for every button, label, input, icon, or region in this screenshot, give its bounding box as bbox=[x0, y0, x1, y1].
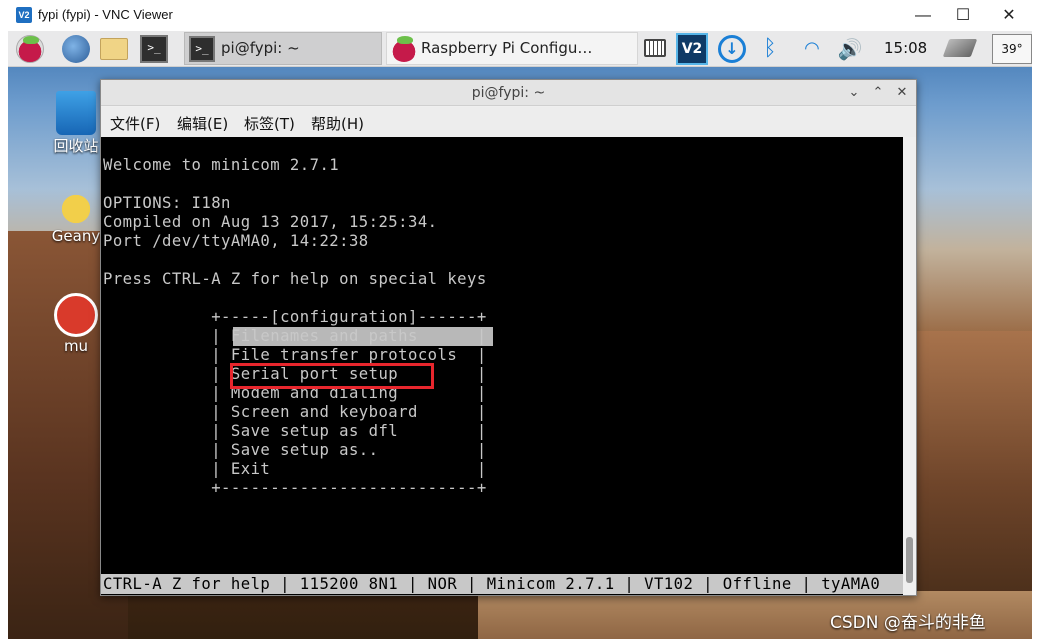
terminal-minimize-button[interactable]: ⌄ bbox=[843, 80, 865, 106]
desktop-icon-geany[interactable]: Geany bbox=[46, 187, 106, 245]
config-item-save-dfl[interactable]: | Save setup as dfl | bbox=[103, 422, 487, 441]
terminal-titlebar: pi@fypi: ~ ⌄ ⌃ ✕ bbox=[101, 80, 916, 106]
watermark: CSDN @奋斗的非鱼 bbox=[830, 613, 986, 633]
terminal-title: pi@fypi: ~ bbox=[471, 85, 546, 101]
annotation-highlight-box bbox=[230, 363, 434, 389]
terminal-icon: >_ bbox=[189, 36, 215, 62]
close-button[interactable]: ✕ bbox=[986, 0, 1032, 31]
minicom-status-bar: CTRL-A Z for help | 115200 8N1 | NOR | M… bbox=[101, 574, 903, 594]
volume-icon[interactable]: 🔊 bbox=[836, 35, 864, 63]
web-browser-icon[interactable] bbox=[62, 35, 90, 63]
raspberry-icon bbox=[391, 36, 417, 62]
config-item-exit[interactable]: | Exit | bbox=[103, 460, 487, 479]
terminal-close-button[interactable]: ✕ bbox=[891, 80, 913, 106]
terminal-icon[interactable]: >_ bbox=[140, 35, 168, 63]
terminal-line: Welcome to minicom 2.7.1 bbox=[103, 156, 340, 174]
config-item-filenames[interactable]: | Filenames and paths | bbox=[103, 327, 487, 346]
terminal-screen[interactable]: Welcome to minicom 2.7.1 OPTIONS: I18n C… bbox=[101, 137, 903, 595]
menu-tabs[interactable]: 标签(T) bbox=[244, 113, 295, 134]
raspberry-menu-icon[interactable] bbox=[16, 35, 44, 63]
vnc-logo-icon: V2 bbox=[16, 7, 32, 23]
terminal-line: Press CTRL-A Z for help on special keys bbox=[103, 270, 487, 288]
config-item-screen-keyboard[interactable]: | Screen and keyboard | bbox=[103, 403, 487, 422]
menu-edit[interactable]: 编辑(E) bbox=[177, 113, 228, 134]
vnc-server-icon[interactable]: V2 bbox=[676, 33, 708, 65]
terminal-window: pi@fypi: ~ ⌄ ⌃ ✕ 文件(F) 编辑(E) 标签(T) 帮助(H)… bbox=[100, 79, 917, 596]
desktop-icon-trash[interactable]: 回收站 bbox=[46, 91, 106, 156]
wifi-icon[interactable]: ◠ bbox=[798, 35, 826, 63]
taskbar-rpi-config-window[interactable]: Raspberry Pi Configu… bbox=[386, 32, 638, 65]
menu-file[interactable]: 文件(F) bbox=[110, 113, 160, 134]
scrollbar-thumb[interactable] bbox=[906, 537, 913, 583]
taskbar-terminal-label: pi@fypi: ~ bbox=[221, 39, 300, 57]
status-text: CTRL-A Z for help | 115200 8N1 | NOR | M… bbox=[103, 575, 881, 593]
terminal-line: Port /dev/ttyAMA0, 14:22:38 bbox=[103, 232, 369, 250]
menu-help[interactable]: 帮助(H) bbox=[311, 113, 364, 134]
desktop-icon-label: 回收站 bbox=[53, 137, 99, 155]
terminal-line: Compiled on Aug 13 2017, 15:25:34. bbox=[103, 213, 438, 231]
config-menu-border-bottom: +--------------------------+ bbox=[103, 479, 487, 497]
trash-icon bbox=[56, 91, 96, 135]
cpu-temperature: 39° bbox=[992, 34, 1032, 64]
taskbar: >_ >_ pi@fypi: ~ Raspberry Pi Configu… V… bbox=[8, 31, 1032, 67]
terminal-menubar: 文件(F) 编辑(E) 标签(T) 帮助(H) bbox=[101, 107, 916, 137]
taskbar-rpi-config-label: Raspberry Pi Configu… bbox=[421, 39, 593, 57]
download-icon[interactable]: ↓ bbox=[718, 35, 746, 63]
terminal-line: OPTIONS: I18n bbox=[103, 194, 231, 212]
eject-drive-icon[interactable] bbox=[942, 39, 978, 57]
maximize-button[interactable]: ☐ bbox=[940, 0, 986, 31]
window-title: fypi (fypi) - VNC Viewer bbox=[38, 7, 173, 22]
taskbar-terminal-window[interactable]: >_ pi@fypi: ~ bbox=[184, 32, 382, 65]
terminal-maximize-button[interactable]: ⌃ bbox=[867, 80, 889, 106]
config-item-save-as[interactable]: | Save setup as.. | bbox=[103, 441, 487, 460]
mu-icon bbox=[54, 293, 98, 337]
geany-icon bbox=[54, 187, 98, 227]
file-manager-icon[interactable] bbox=[100, 38, 128, 60]
vnc-titlebar: V2 fypi (fypi) - VNC Viewer — ☐ ✕ bbox=[0, 0, 1040, 31]
config-menu-border-top: +-----[configuration]------+ bbox=[103, 308, 487, 326]
desktop-icon-label: Geany bbox=[51, 227, 101, 245]
terminal-scrollbar[interactable] bbox=[903, 137, 916, 595]
bluetooth-icon[interactable]: ᛒ bbox=[756, 35, 784, 63]
desktop-icon-mu[interactable]: mu bbox=[46, 293, 106, 355]
keyboard-icon[interactable] bbox=[644, 39, 666, 57]
desktop-icon-label: mu bbox=[63, 337, 89, 355]
clock: 15:08 bbox=[884, 39, 928, 57]
